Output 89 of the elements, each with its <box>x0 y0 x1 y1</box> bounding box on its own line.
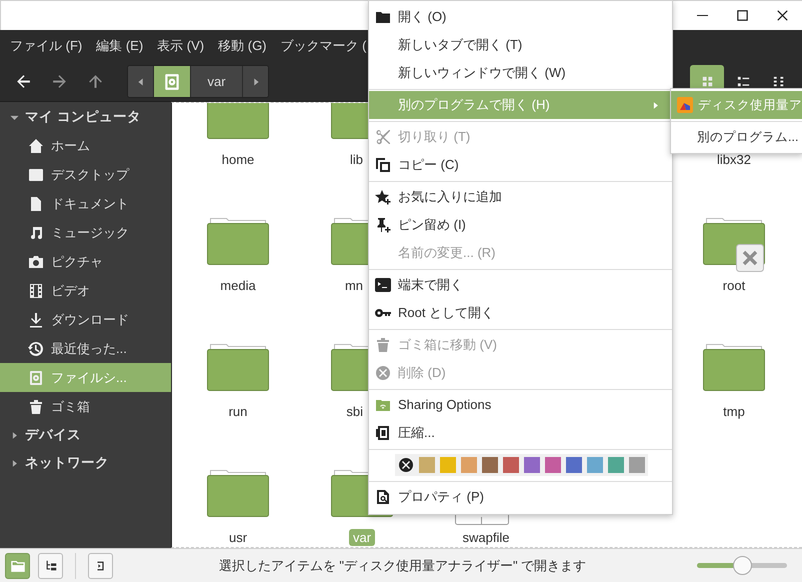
sidebar-item[interactable]: ピクチャ <box>0 247 171 276</box>
menu-item[interactable]: 別のプログラム... <box>671 123 802 151</box>
color-swatch[interactable] <box>545 457 561 473</box>
up-arrow-icon <box>86 73 104 90</box>
color-swatch[interactable] <box>482 457 498 473</box>
disk-chart-icon <box>677 97 693 113</box>
color-swatch[interactable] <box>566 457 582 473</box>
sidebar-item[interactable]: ビデオ <box>0 276 171 305</box>
drive-icon <box>28 370 44 386</box>
color-swatch[interactable] <box>629 457 645 473</box>
section-header: デバイス <box>25 426 81 444</box>
back-arrow-icon <box>14 73 32 90</box>
section-header: マイ コンピュータ <box>25 108 141 126</box>
tree-button[interactable] <box>38 552 63 578</box>
file-name[interactable]: media <box>216 277 260 294</box>
file-name[interactable]: lib <box>346 151 367 168</box>
compact-list-icon <box>772 74 786 89</box>
menu-item[interactable]: お気に入りに追加 <box>369 183 672 211</box>
camera-icon <box>28 254 44 270</box>
close-icon <box>774 8 790 23</box>
terminal-icon <box>375 277 391 293</box>
file-name[interactable]: root <box>718 277 750 294</box>
trash-icon <box>28 398 44 414</box>
download-icon <box>28 312 44 328</box>
menu-item[interactable]: 圧縮... <box>369 419 672 447</box>
menu-item[interactable]: Sharing Options <box>369 391 672 419</box>
trash-icon <box>375 337 391 353</box>
slider-thumb[interactable] <box>733 556 752 575</box>
path-button[interactable] <box>154 66 191 97</box>
file-name[interactable]: sbi <box>342 403 367 420</box>
folder-icon <box>375 9 391 25</box>
menu-item[interactable]: プロパティ (P) <box>369 483 672 511</box>
film-icon <box>28 282 44 298</box>
menu-item[interactable]: 開く (O) <box>369 3 672 31</box>
menu-item[interactable]: 編集 (E) <box>89 30 150 62</box>
properties-icon <box>375 489 391 505</box>
section-header: ネットワーク <box>25 454 109 472</box>
sidebar-item[interactable]: ドキュメント <box>0 189 171 218</box>
file-name[interactable]: run <box>224 403 252 420</box>
drive-icon <box>163 72 181 90</box>
places-icon <box>10 558 24 572</box>
desktop-icon <box>28 166 44 182</box>
star-plus-icon <box>375 189 391 205</box>
scissors-icon <box>375 129 391 145</box>
history-icon <box>28 340 44 356</box>
menu-item[interactable]: ファイル (F) <box>3 30 90 62</box>
forward-arrow-icon <box>50 73 68 90</box>
menu-item[interactable]: 端末で開く <box>369 271 672 299</box>
delete-icon <box>375 365 391 381</box>
color-swatch[interactable] <box>503 457 519 473</box>
hide-sidebar-button[interactable] <box>88 552 113 578</box>
file-name[interactable]: mn <box>340 277 367 294</box>
document-icon <box>28 196 44 212</box>
menu-item[interactable]: Root として開く <box>369 299 672 327</box>
file-name[interactable]: home <box>218 151 258 168</box>
color-swatch[interactable] <box>419 457 435 473</box>
menu-item[interactable]: コピー (C) <box>369 151 672 179</box>
archive-icon <box>375 425 391 441</box>
menu-item[interactable]: 新しいウィンドウで開く (W) <box>369 59 672 87</box>
sidebar-item[interactable]: ミュージック <box>0 218 171 247</box>
menu-item[interactable]: ピン留め (I) <box>369 211 672 239</box>
minimize-icon <box>696 14 708 16</box>
sidebar-item[interactable]: デスクトップ <box>0 160 171 189</box>
tree-icon <box>44 558 58 572</box>
maximize-icon <box>734 8 750 23</box>
home-icon <box>28 138 44 154</box>
clear-tag-button[interactable] <box>398 457 414 473</box>
menu-item[interactable]: 表示 (V) <box>150 30 212 62</box>
music-note-icon <box>28 224 44 240</box>
file-name[interactable]: libx32 <box>713 151 755 168</box>
color-swatch[interactable] <box>524 457 540 473</box>
status-message: 選択したアイテムを "ディスク使用量アナライザー" で開きます <box>218 556 588 575</box>
sidebar-item[interactable]: 最近使った... <box>0 334 171 363</box>
sidebar-item[interactable]: ダウンロード <box>0 305 171 334</box>
color-swatch[interactable] <box>461 457 477 473</box>
shared-folder-icon <box>375 397 391 413</box>
sidebar-item[interactable]: ホーム <box>0 131 171 160</box>
list-icon <box>736 74 750 89</box>
color-swatch[interactable] <box>440 457 456 473</box>
file-name[interactable]: tmp <box>719 403 749 420</box>
color-swatch[interactable] <box>587 457 603 473</box>
color-swatch[interactable] <box>608 457 624 473</box>
file-name[interactable]: swapfile <box>458 529 514 546</box>
places-button[interactable] <box>5 552 30 578</box>
menu-item[interactable]: 移動 (G) <box>211 30 274 62</box>
copy-icon <box>375 157 391 173</box>
file-name[interactable]: usr <box>224 529 252 546</box>
sidebar-item[interactable]: ゴミ箱 <box>0 392 171 421</box>
pin-icon <box>375 217 391 233</box>
